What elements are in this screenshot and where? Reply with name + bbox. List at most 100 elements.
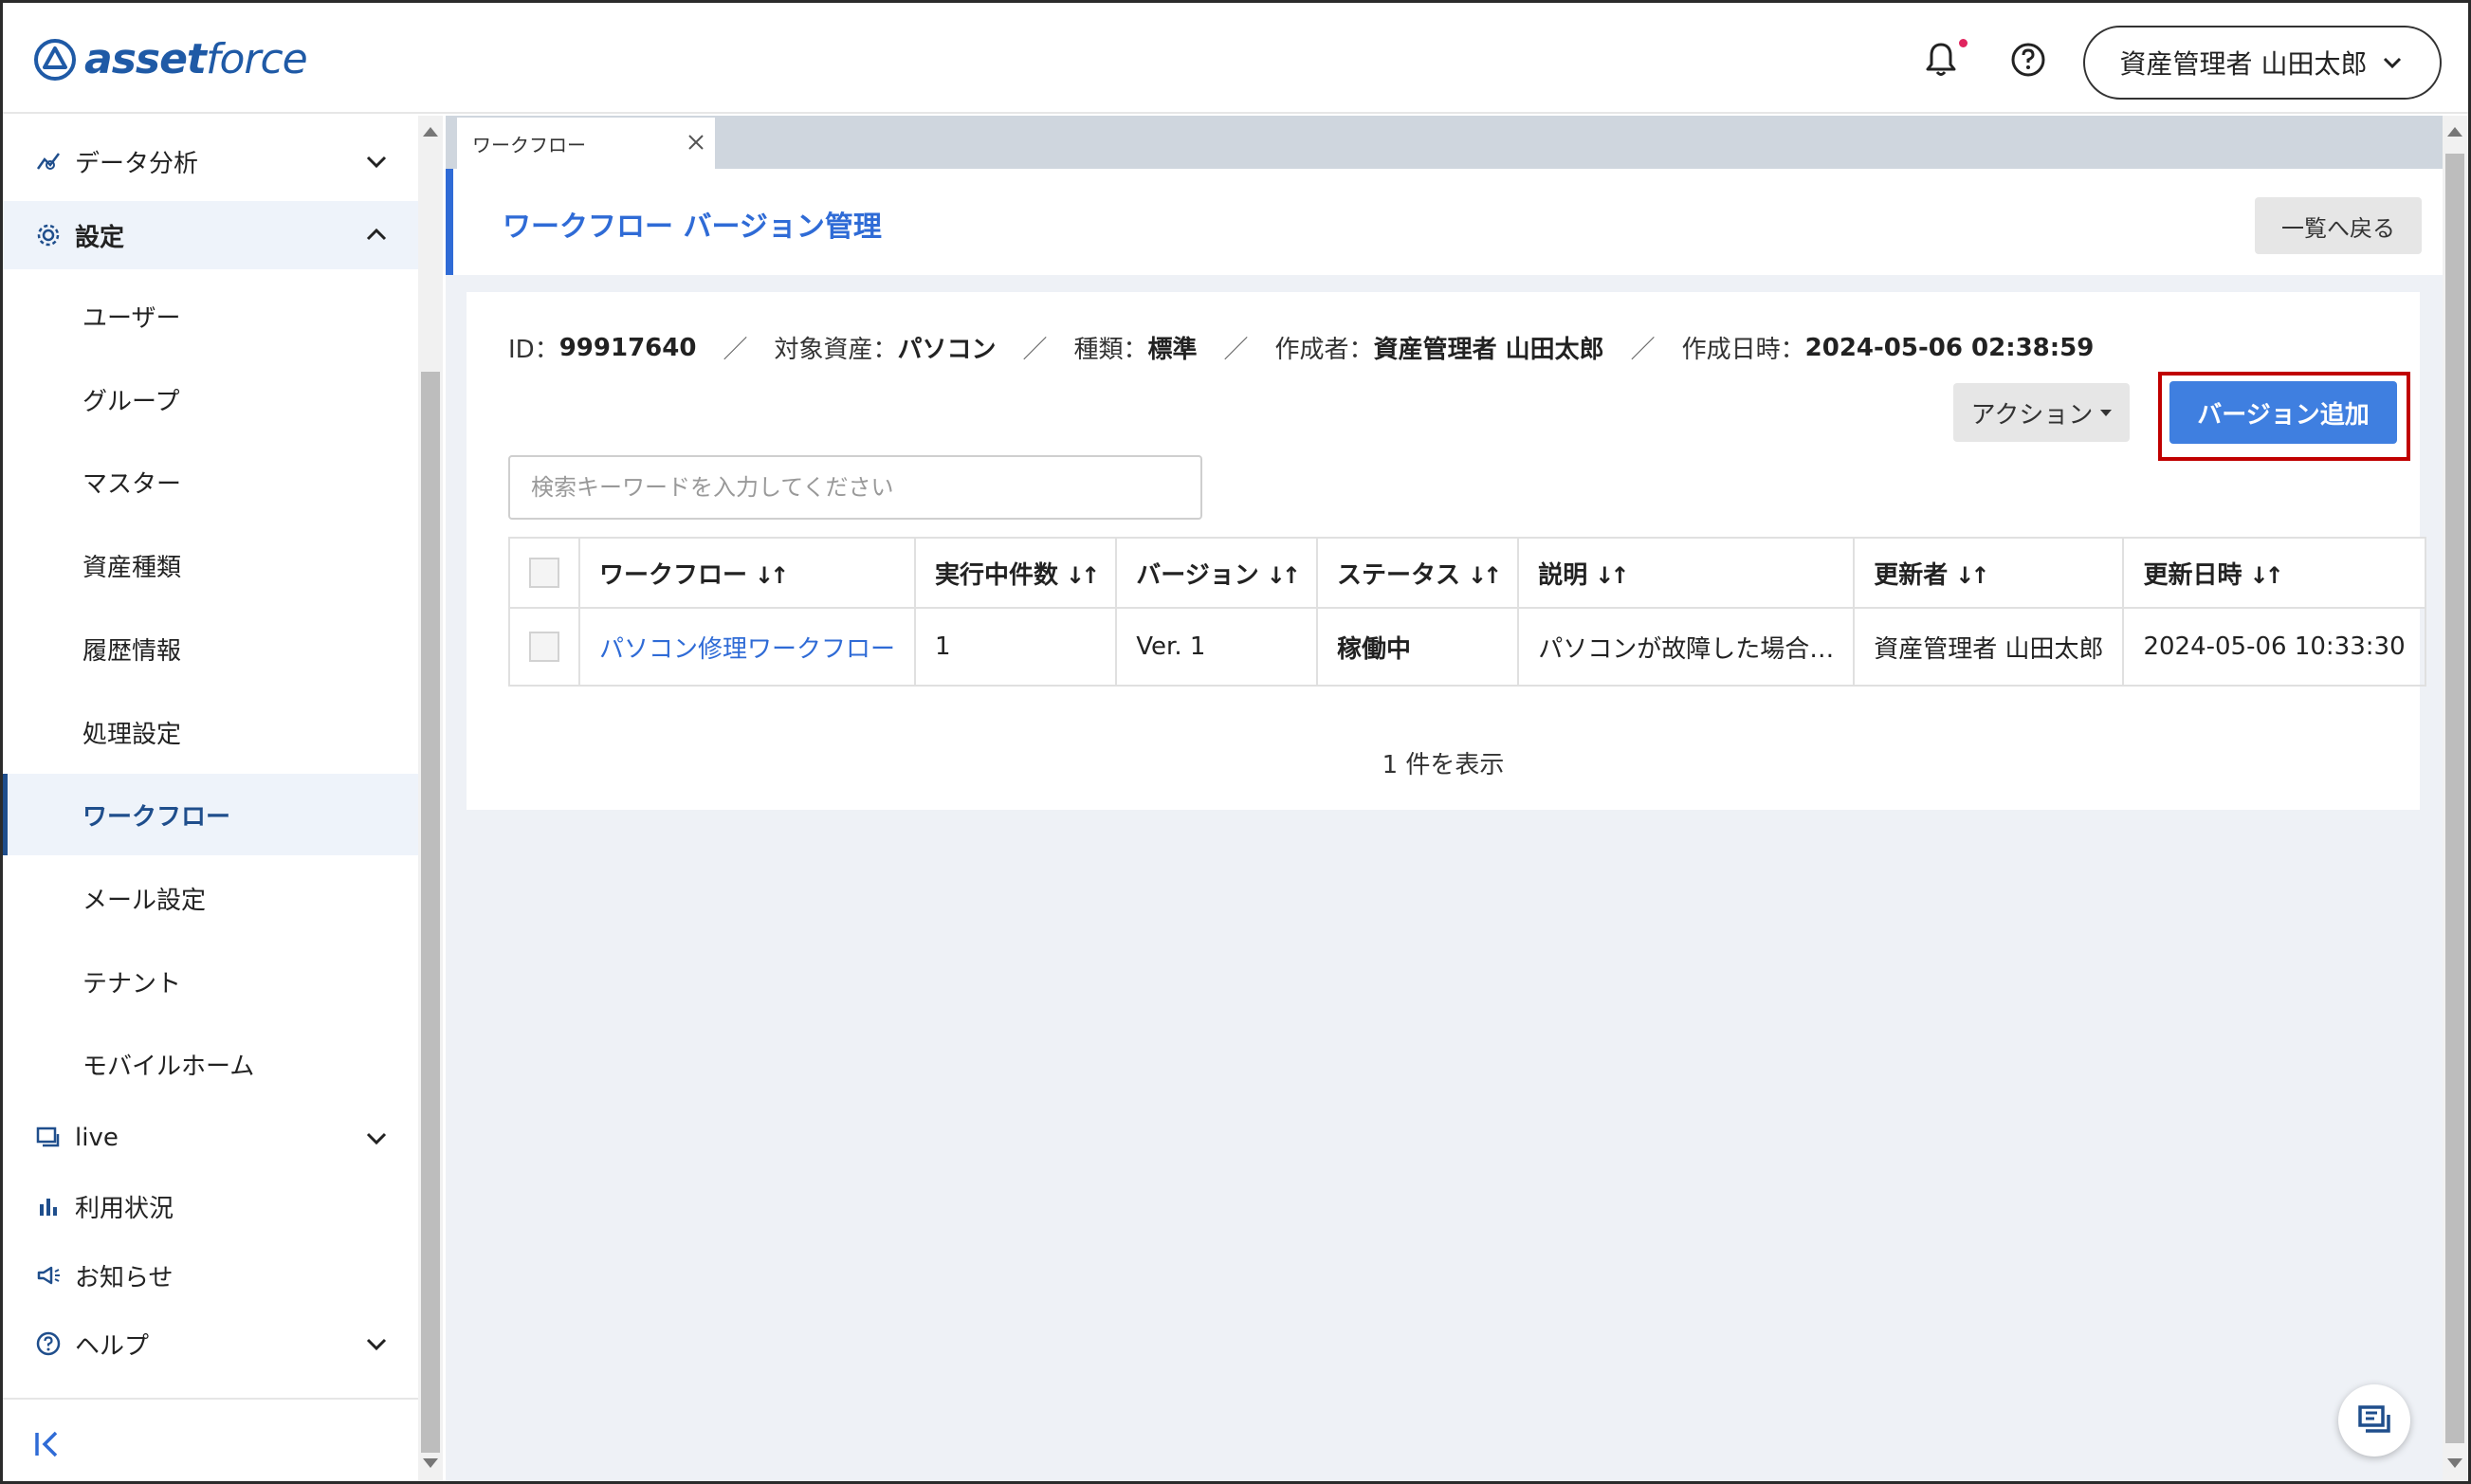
main-content: ワークフロー ワークフロー バージョン管理 一覧へ戻る ID： 99917640 … <box>446 116 2443 1481</box>
sort-icon[interactable]: ↓↑ <box>1267 562 1301 589</box>
back-to-list-button[interactable]: 一覧へ戻る <box>2255 197 2422 254</box>
main-scrollbar[interactable] <box>2443 116 2467 1481</box>
column-header-description[interactable]: 説明 ↓↑ <box>1517 537 1856 609</box>
scroll-down-arrow-icon[interactable] <box>2447 1458 2462 1468</box>
search-input[interactable] <box>508 455 1202 520</box>
sidebar-item-label: ヘルプ <box>75 1331 150 1361</box>
chevron-down-icon <box>2384 57 2402 69</box>
sidebar-item-help[interactable]: ヘルプ <box>3 1317 418 1370</box>
sidebar-sub-master[interactable]: マスター <box>3 441 418 522</box>
meta-creator-value: 資産管理者 山田太郎 <box>1373 336 1604 364</box>
sidebar-item-settings[interactable]: 設定 <box>3 201 418 269</box>
tab-workflow[interactable]: ワークフロー <box>457 118 715 169</box>
sidebar-sub-groups[interactable]: グループ <box>3 358 418 440</box>
chevron-down-icon[interactable] <box>361 1328 392 1359</box>
sidebar-item-label: データ分析 <box>75 149 199 178</box>
column-header-updated[interactable]: 更新日時 ↓↑ <box>2122 537 2426 609</box>
page-title-bar: ワークフロー バージョン管理 一覧へ戻る <box>446 169 2443 275</box>
meta-separator: ／ <box>1630 336 1656 364</box>
meta-asset-value: パソコン <box>897 336 997 364</box>
meta-separator: ／ <box>723 336 748 364</box>
row-checkbox-cell <box>508 607 580 687</box>
meta-separator: ／ <box>1022 336 1048 364</box>
collapse-sidebar-icon[interactable] <box>31 1428 64 1460</box>
sidebar-sub-label: メール設定 <box>82 886 207 915</box>
chevron-down-icon[interactable] <box>361 146 392 176</box>
sidebar-scroll-thumb[interactable] <box>421 372 440 1453</box>
sidebar-item-data-analysis[interactable]: データ分析 <box>3 135 418 188</box>
user-menu-button[interactable]: 資産管理者 山田太郎 <box>2083 26 2442 100</box>
sidebar-scrollbar[interactable] <box>418 116 443 1481</box>
main-scroll-thumb[interactable] <box>2445 154 2464 1443</box>
header-checkbox-cell <box>508 537 580 609</box>
sort-icon[interactable]: ↓↑ <box>755 562 789 589</box>
meta-separator: ／ <box>1223 336 1249 364</box>
column-label: ステータス <box>1336 560 1460 590</box>
column-header-workflow[interactable]: ワークフロー ↓↑ <box>577 537 917 609</box>
caret-down-icon <box>2100 409 2113 416</box>
help-circle-icon[interactable] <box>2007 39 2049 81</box>
logo[interactable]: assetforce <box>33 35 308 83</box>
tab-bar: ワークフロー <box>446 116 2443 169</box>
sidebar-sub-label: グループ <box>82 387 180 416</box>
cell-updated: 2024-05-06 10:33:30 <box>2122 607 2426 687</box>
sort-icon[interactable]: ↓↑ <box>1595 562 1629 589</box>
sidebar-sub-tenant[interactable]: テナント <box>3 941 418 1022</box>
sort-icon[interactable]: ↓↑ <box>1468 562 1502 589</box>
sidebar-sub-users[interactable]: ユーザー <box>3 275 418 357</box>
add-version-button[interactable]: バージョン追加 <box>2169 381 2397 444</box>
sidebar-sub-mail[interactable]: メール設定 <box>3 857 418 939</box>
bell-icon[interactable] <box>1920 39 1962 81</box>
sidebar-sub-label: モバイルホーム <box>82 1052 255 1081</box>
sidebar-sub-processing[interactable]: 処理設定 <box>3 691 418 773</box>
sidebar-item-usage[interactable]: 利用状況 <box>3 1180 418 1233</box>
sidebar-sub-label: 履歴情報 <box>82 636 182 666</box>
sidebar-item-live[interactable]: live <box>3 1111 418 1164</box>
workflow-link[interactable]: パソコン修理ワークフロー <box>599 635 895 664</box>
row-checkbox[interactable] <box>529 632 559 662</box>
table-row[interactable]: パソコン修理ワークフロー 1 Ver. 1 稼働中 パソコンが故障した場合… 資… <box>508 607 2426 687</box>
close-icon[interactable] <box>685 131 707 154</box>
action-dropdown-button[interactable]: アクション <box>1953 383 2130 442</box>
column-header-running[interactable]: 実行中件数 ↓↑ <box>914 537 1118 609</box>
cell-description: パソコンが故障した場合… <box>1517 607 1856 687</box>
sidebar-sub-label: 処理設定 <box>82 720 182 749</box>
sidebar: データ分析 設定 ユーザー グループ マスター 資産種類 履歴情報 処理設定 ワ… <box>3 116 418 1481</box>
sidebar-sub-history[interactable]: 履歴情報 <box>3 608 418 689</box>
sidebar-sub-label: ユーザー <box>82 303 181 333</box>
logo-text: assetforce <box>84 35 308 83</box>
column-label: 実行中件数 <box>935 560 1059 590</box>
column-header-updater[interactable]: 更新者 ↓↑ <box>1853 537 2125 609</box>
app-header: assetforce 資産管理者 山田太郎 <box>3 3 2468 114</box>
chevron-down-icon[interactable] <box>361 1123 392 1153</box>
tab-label: ワークフロー <box>472 133 586 156</box>
cell-running: 1 <box>914 607 1118 687</box>
column-header-status[interactable]: ステータス ↓↑ <box>1315 537 1520 609</box>
cell-version: Ver. 1 <box>1115 607 1318 687</box>
scroll-up-arrow-icon[interactable] <box>423 127 438 137</box>
column-header-version[interactable]: バージョン ↓↑ <box>1115 537 1318 609</box>
bar-chart-icon <box>40 1199 57 1216</box>
chat-support-button[interactable] <box>2338 1384 2410 1457</box>
action-label: アクション <box>1970 399 2094 429</box>
sort-icon[interactable]: ↓↑ <box>2249 562 2283 589</box>
sidebar-sub-mobile-home[interactable]: モバイルホーム <box>3 1023 418 1105</box>
sidebar-item-news[interactable]: お知らせ <box>3 1249 418 1302</box>
result-count: 1 件を表示 <box>1382 751 1505 779</box>
meta-created-label: 作成日時： <box>1681 336 1805 364</box>
cell-workflow: パソコン修理ワークフロー <box>577 607 917 687</box>
column-label: 説明 <box>1538 560 1588 590</box>
scroll-up-arrow-icon[interactable] <box>2447 127 2462 137</box>
sort-icon[interactable]: ↓↑ <box>1955 562 1989 589</box>
select-all-checkbox[interactable] <box>529 558 559 588</box>
sidebar-item-label: 利用状況 <box>75 1194 174 1223</box>
megaphone-icon <box>37 1266 60 1285</box>
sidebar-sub-asset-types[interactable]: 資産種類 <box>3 524 418 606</box>
sidebar-sub-workflow[interactable]: ワークフロー <box>3 774 418 855</box>
meta-id-value: 99917640 <box>558 333 697 362</box>
sort-icon[interactable]: ↓↑ <box>1066 562 1100 589</box>
column-label: ワークフロー <box>599 560 748 590</box>
column-label: 更新者 <box>1874 560 1949 590</box>
scroll-down-arrow-icon[interactable] <box>423 1458 438 1468</box>
chevron-up-icon[interactable] <box>361 220 392 250</box>
